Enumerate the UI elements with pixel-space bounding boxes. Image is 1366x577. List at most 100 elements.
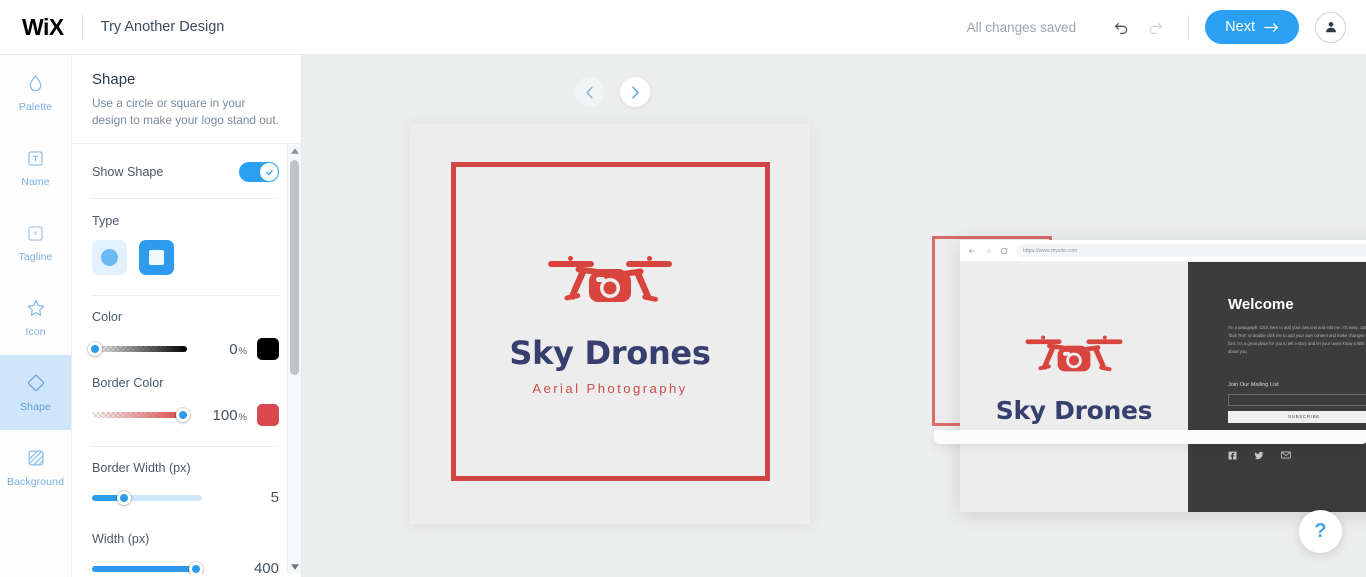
undo-icon [1114, 22, 1127, 34]
border-color-value: 100 % [213, 407, 247, 424]
border-width-slider[interactable] [92, 490, 202, 505]
color-control-line: 0 % [88, 338, 279, 361]
color-value-unit: % [238, 345, 247, 357]
header-action-divider [1188, 15, 1190, 39]
mockup-logo-name: Sky Drones [995, 395, 1153, 425]
width-control-line: 400 [92, 560, 279, 575]
chevron-right-icon [631, 85, 639, 99]
show-shape-label: Show Shape [92, 165, 164, 180]
redo-button[interactable] [1138, 10, 1172, 44]
type-option-square[interactable] [139, 240, 174, 276]
browser-toolbar: https://www.mysite.com [960, 240, 1366, 262]
preview-canvas: Sky Drones Aerial Photography https://ww… [302, 55, 1366, 577]
arrow-right-icon[interactable] [984, 247, 992, 255]
top-bar: WiX Try Another Design All changes saved… [0, 0, 1366, 55]
twitter-icon[interactable] [1254, 451, 1264, 460]
arrow-right-icon [1264, 22, 1279, 32]
browser-url-text: https://www.mysite.com [1023, 247, 1078, 254]
left-nav: Palette Name Tagline Icon Shape Backgrou… [0, 55, 72, 577]
border-color-control: Border Color 100 % [92, 362, 279, 428]
show-shape-toggle[interactable] [239, 162, 279, 183]
wix-logo[interactable]: WiX [22, 14, 64, 41]
color-label: Color [92, 310, 123, 325]
scroll-down-button[interactable] [288, 560, 301, 574]
next-button-label: Next [1225, 19, 1255, 35]
border-color-label: Border Color [92, 376, 164, 391]
color-opacity-slider[interactable] [88, 342, 187, 357]
border-color-opacity-slider[interactable] [92, 408, 190, 423]
type-option-circle[interactable] [92, 240, 127, 276]
sidebar-item-label: Background [6, 476, 65, 488]
toggle-knob [260, 163, 278, 182]
shape-settings-panel: Shape Use a circle or square in your des… [72, 55, 302, 577]
border-width-slider-handle[interactable] [117, 490, 131, 505]
mockup-welcome-heading: Welcome [1228, 296, 1294, 313]
width-label: Width (px) [92, 532, 150, 547]
logo-preview-card[interactable]: Sky Drones Aerial Photography [410, 124, 810, 524]
width-slider[interactable] [92, 561, 203, 575]
account-avatar-button[interactable] [1315, 11, 1346, 43]
panel-description: Use a circle or square in your design to… [92, 96, 279, 128]
chevron-left-icon [585, 86, 593, 98]
sidebar-item-name[interactable]: Name [0, 130, 71, 205]
sidebar-item-palette[interactable]: Palette [0, 55, 71, 130]
check-icon [265, 169, 273, 175]
try-another-design-link[interactable]: Try Another Design [101, 19, 225, 35]
arrow-left-icon[interactable] [968, 247, 976, 255]
help-button[interactable]: ? [1299, 510, 1342, 553]
tagline-box-icon [28, 225, 43, 241]
website-mockup: https://www.mysite.com Sky Drones Welcom… [932, 158, 1366, 512]
next-button[interactable]: Next [1205, 10, 1299, 44]
email-icon[interactable] [1281, 451, 1291, 459]
caret-down-icon [291, 564, 299, 570]
facebook-icon[interactable] [1228, 451, 1237, 460]
previous-design-button[interactable] [574, 77, 604, 107]
sidebar-item-icon[interactable]: Icon [0, 280, 71, 355]
scrollbar-thumb[interactable] [290, 160, 299, 376]
border-color-swatch[interactable] [257, 404, 279, 427]
drone-icon [1025, 334, 1123, 371]
mockup-email-input[interactable] [1228, 393, 1366, 406]
browser-window-mockup[interactable]: https://www.mysite.com Sky Drones Welcom… [960, 240, 1366, 512]
border-width-control-line: 5 [92, 489, 279, 506]
logo-name-text: Sky Drones [509, 334, 711, 372]
reload-icon[interactable] [1000, 247, 1008, 255]
border-color-value-unit: % [238, 411, 247, 423]
mockup-subscribe-button[interactable]: SUBSCRIBE [1228, 410, 1366, 423]
browser-url-bar[interactable]: https://www.mysite.com [1016, 244, 1366, 257]
star-icon [27, 300, 44, 316]
user-avatar-icon [1325, 22, 1336, 33]
square-icon [149, 250, 164, 266]
border-color-slider-handle[interactable] [176, 408, 190, 423]
color-swatch[interactable] [257, 338, 279, 361]
sidebar-item-label: Shape [20, 401, 51, 413]
browser-nav-icons [968, 247, 1008, 255]
width-slider-fill [92, 565, 196, 572]
type-section: Type [92, 199, 279, 295]
sidebar-item-shape[interactable]: Shape [0, 355, 71, 430]
next-design-button[interactable] [620, 77, 650, 107]
droplet-icon [29, 74, 42, 91]
border-width-label: Border Width (px) [92, 461, 191, 476]
show-shape-row: Show Shape [92, 144, 279, 198]
type-options [92, 240, 279, 291]
panel-header: Shape Use a circle or square in your des… [72, 55, 301, 145]
border-color-value-number: 100 [212, 406, 238, 424]
sidebar-item-tagline[interactable]: Tagline [0, 205, 71, 280]
design-nav-arrows [574, 77, 650, 107]
color-control: Color 0 % [88, 296, 279, 362]
sidebar-item-background[interactable]: Background [0, 430, 71, 505]
undo-button[interactable] [1104, 10, 1138, 44]
border-color-control-line: 100 % [92, 404, 279, 427]
panel-scrollbar[interactable] [287, 144, 301, 575]
panel-body: Show Shape Type Color 0 % Border Color 1… [72, 144, 301, 575]
color-slider-handle[interactable] [88, 342, 102, 357]
header-divider [81, 14, 83, 40]
width-slider-handle[interactable] [189, 561, 203, 575]
width-control: Width (px) 400 [92, 508, 279, 575]
diamond-icon [27, 374, 44, 392]
color-value: 0 % [229, 341, 247, 358]
browser-page-content: Sky Drones Aerial Photography Welcome I'… [960, 262, 1366, 512]
scroll-up-button[interactable] [288, 144, 301, 158]
type-label: Type [92, 214, 120, 229]
